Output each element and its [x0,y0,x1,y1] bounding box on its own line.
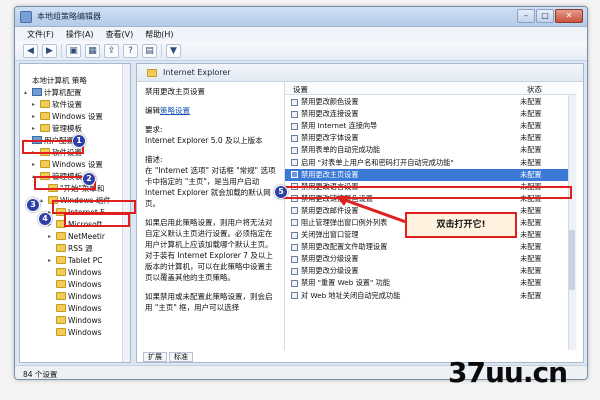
arrow-shaft [341,197,407,224]
callout-double-click: 双击打开它! [405,212,517,238]
watermark-logo: 37uu.cn [448,356,568,389]
screenshot-root: 本地组策略编辑器 – □ ✕ 文件(F) 操作(A) 查看(V) 帮助(H) ◀… [0,0,600,400]
callout-arrow [336,196,407,224]
